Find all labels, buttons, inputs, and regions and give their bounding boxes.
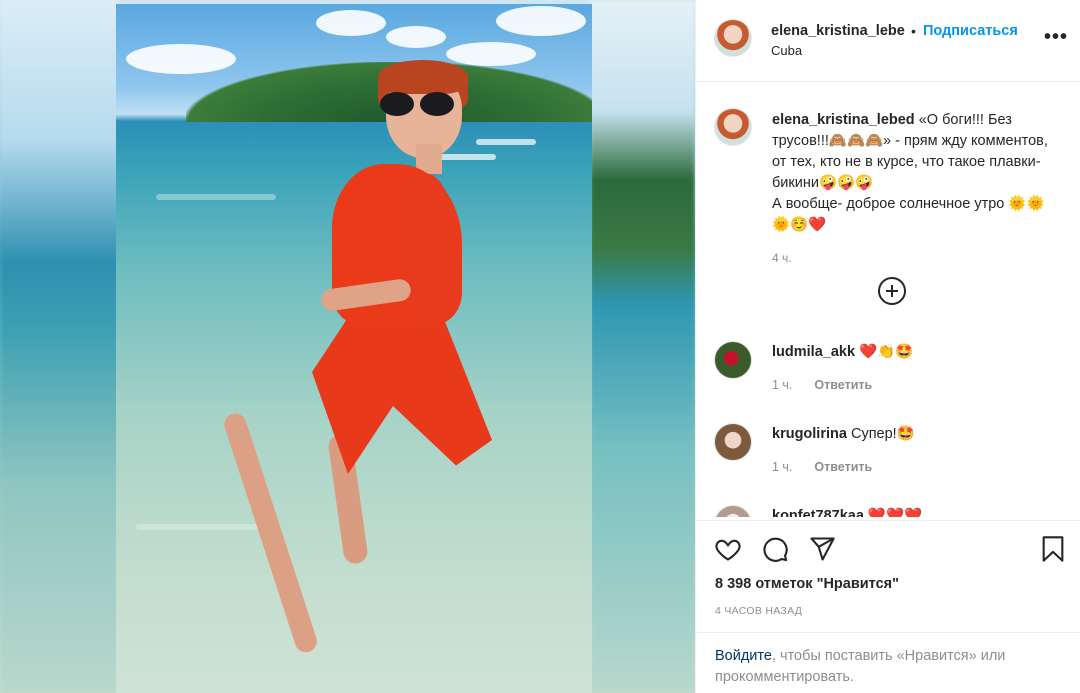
separator-dot: • [911,23,916,39]
cloud [316,10,386,36]
comments-list[interactable]: elena_kristina_lebed «О боги!!! Без трус… [696,83,1080,517]
comment-meta: 1 ч. Ответить [772,378,872,392]
comment-line: konfet787kaa ❤️❤️❤️ [772,507,922,517]
caption-avatar[interactable] [714,108,752,146]
more-options-icon[interactable]: ••• [1044,27,1068,47]
login-link[interactable]: Войдите [715,648,772,664]
reply-button[interactable]: Ответить [814,378,872,392]
wave [476,139,536,145]
comment-text: ❤️❤️❤️ [867,508,923,517]
cloud [386,26,446,48]
post-actions: 8 398 отметок "Нравится" 4 ЧАСОВ НАЗАД [696,520,1080,632]
commenter-avatar[interactable] [714,341,752,379]
comment-text: ❤️👏🤩 [859,344,914,360]
comment-item: konfet787kaa ❤️❤️❤️ [696,505,1080,517]
media-blur-right [590,0,695,693]
likes-count[interactable]: 8 398 отметок "Нравится" [715,576,899,592]
comment-line: krugolirina Супер!🤩 [772,425,915,442]
heart-icon[interactable] [714,535,742,563]
comment-text: Супер!🤩 [850,426,915,442]
caption-time: 4 ч. [772,251,792,265]
post-header: elena_kristina_lebe • Подписаться Cuba •… [696,0,1080,82]
comment-line: ludmila_akk ❤️👏🤩 [772,343,913,360]
post-sidebar: elena_kristina_lebe • Подписаться Cuba •… [695,0,1080,693]
commenter-avatar[interactable] [714,423,752,461]
load-more-comments-icon[interactable] [878,277,906,305]
woman-leg [221,410,320,656]
login-prompt: Войдите, чтобы поставить «Нравится» или … [696,632,1080,693]
wave [156,194,276,200]
comment-username[interactable]: konfet787kaa [772,508,864,517]
wave [136,524,276,530]
reply-button[interactable]: Ответить [814,460,872,474]
commenter-avatar[interactable] [714,505,752,517]
post-media[interactable] [0,0,695,693]
comment-item: ludmila_akk ❤️👏🤩 1 ч. Ответить [696,341,1080,423]
caption-text: elena_kristina_lebed «О боги!!! Без трус… [772,110,1062,236]
caption-body-line2: А вообще- доброе солнечное утро 🌞🌞🌞☺️❤️ [772,196,1045,233]
comment-icon[interactable] [761,535,789,563]
media-blur-left [0,0,120,693]
caption-username[interactable]: elena_kristina_lebed [772,112,915,128]
post-timestamp: 4 ЧАСОВ НАЗАД [715,605,803,617]
author-username[interactable]: elena_kristina_lebe [771,23,911,39]
cloud [496,6,586,36]
author-avatar[interactable] [714,19,752,57]
comment-item: krugolirina Супер!🤩 1 ч. Ответить [696,423,1080,505]
paper-plane-icon[interactable] [808,535,836,563]
red-dress-skirt [312,304,492,474]
login-prompt-text: Войдите, чтобы поставить «Нравится» или … [715,646,1055,688]
comment-username[interactable]: ludmila_akk [772,344,855,360]
comment-meta: 1 ч. Ответить [772,460,872,474]
comment-username[interactable]: krugolirina [772,426,847,442]
woman-hair-top [378,60,468,94]
comment-time: 1 ч. [772,378,793,392]
follow-button[interactable]: Подписаться [923,23,1018,39]
comment-time: 1 ч. [772,460,793,474]
sunglasses [378,92,458,116]
post-photo[interactable] [116,4,592,693]
bookmark-icon[interactable] [1039,535,1067,563]
post-location[interactable]: Cuba [771,43,802,58]
